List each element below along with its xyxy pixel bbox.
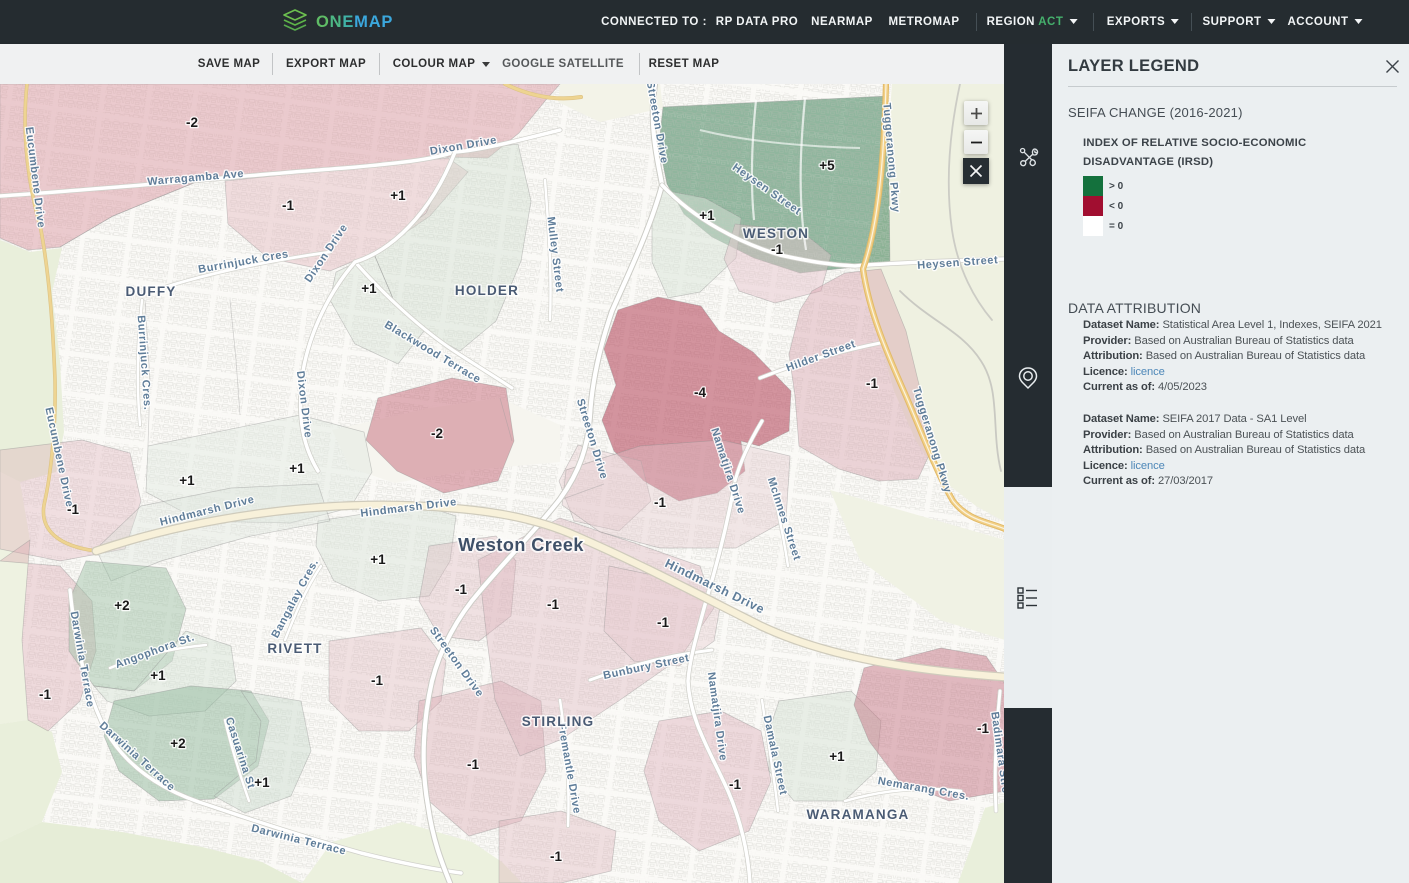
svg-text:+1: +1 [150,668,166,683]
svg-text:-2: -2 [431,426,443,441]
svg-text:Weston Creek: Weston Creek [458,535,584,555]
svg-text:-1: -1 [547,597,559,612]
svg-text:-2: -2 [186,115,198,130]
svg-text:-1: -1 [977,721,989,736]
svg-text:-1: -1 [282,198,294,213]
svg-text:RIVETT: RIVETT [267,641,322,656]
svg-text:+1: +1 [289,461,305,476]
svg-text:+1: +1 [829,749,845,764]
svg-text:HOLDER: HOLDER [455,283,519,298]
svg-text:-1: -1 [371,673,383,688]
svg-text:+2: +2 [114,598,129,613]
svg-text:DUFFY: DUFFY [126,284,177,299]
svg-text:-1: -1 [657,615,669,630]
svg-text:-1: -1 [654,495,666,510]
svg-text:WESTON: WESTON [743,226,809,241]
svg-text:STIRLING: STIRLING [522,714,595,729]
svg-text:+1: +1 [390,188,406,203]
svg-text:+1: +1 [699,208,715,223]
svg-text:-4: -4 [694,385,706,400]
svg-text:-1: -1 [729,777,741,792]
svg-text:+1: +1 [179,473,195,488]
svg-text:-1: -1 [866,376,878,391]
svg-text:-1: -1 [771,242,783,257]
svg-text:+1: +1 [370,552,386,567]
svg-text:+5: +5 [819,158,835,173]
svg-text:-1: -1 [67,502,79,517]
svg-text:+1: +1 [361,281,377,296]
svg-text:-1: -1 [455,582,467,597]
svg-text:-1: -1 [39,687,51,702]
svg-text:+1: +1 [254,775,270,790]
svg-text:+2: +2 [170,736,185,751]
svg-text:WARAMANGA: WARAMANGA [806,807,909,822]
svg-text:-1: -1 [467,757,479,772]
svg-text:-1: -1 [550,849,562,864]
